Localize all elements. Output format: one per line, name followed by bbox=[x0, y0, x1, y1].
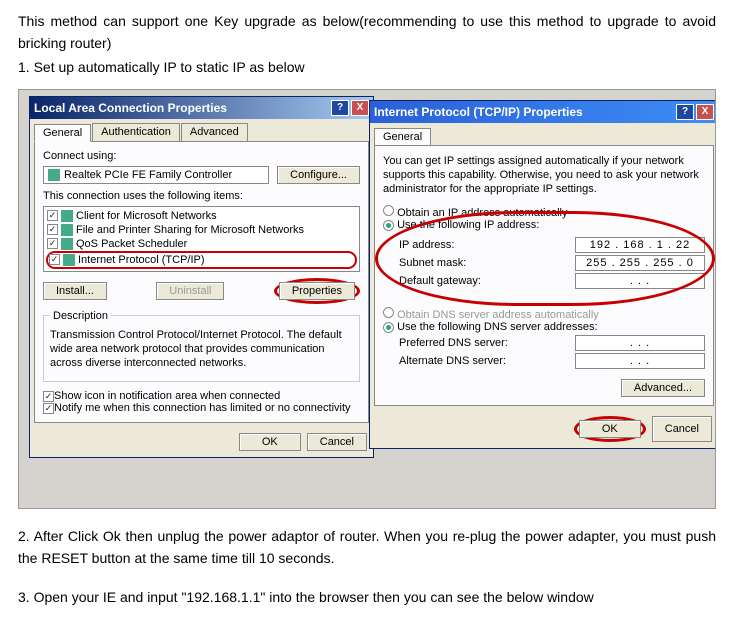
screenshot-area: Local Area Connection Properties ? X Gen… bbox=[18, 89, 716, 509]
titlebar-title: Local Area Connection Properties bbox=[34, 101, 227, 115]
general-panel-left: Connect using: Realtek PCIe FE Family Co… bbox=[34, 141, 369, 423]
items-listbox[interactable]: ✓Client for Microsoft Networks ✓File and… bbox=[43, 206, 360, 272]
uninstall-button: Uninstall bbox=[156, 282, 224, 300]
component-icon bbox=[61, 238, 73, 250]
nic-icon bbox=[48, 169, 60, 181]
ip-address-row: IP address: 192 . 168 . 1 . 22 bbox=[399, 237, 705, 253]
description-legend: Description bbox=[50, 310, 111, 322]
tabstrip-right: General bbox=[370, 123, 716, 145]
list-item: ✓Client for Microsoft Networks bbox=[46, 209, 357, 223]
ip-label: IP address: bbox=[399, 239, 454, 251]
alt-dns-input[interactable]: . . . bbox=[575, 353, 705, 369]
radio-icon[interactable] bbox=[383, 220, 394, 231]
uses-items-label: This connection uses the following items… bbox=[43, 190, 360, 202]
description-text: Transmission Control Protocol/Internet P… bbox=[50, 328, 353, 371]
dialog-buttons-right: OK Cancel bbox=[370, 410, 716, 448]
checkbox-icon[interactable]: ✓ bbox=[43, 391, 54, 402]
tcpip-intro: You can get IP settings assigned automat… bbox=[383, 154, 705, 197]
alt-dns-row: Alternate DNS server: . . . bbox=[399, 353, 705, 369]
advanced-button[interactable]: Advanced... bbox=[621, 379, 705, 397]
install-button[interactable]: Install... bbox=[43, 282, 107, 300]
component-icon bbox=[61, 224, 73, 236]
radio-icon[interactable] bbox=[383, 322, 394, 333]
ip-address-input[interactable]: 192 . 168 . 1 . 22 bbox=[575, 237, 705, 253]
step-3: 3. Open your IE and input "192.168.1.1" … bbox=[0, 582, 734, 620]
properties-button[interactable]: Properties bbox=[279, 282, 355, 300]
radio-auto-ip: Obtain an IP address automatically bbox=[383, 205, 705, 219]
alt-dns-label: Alternate DNS server: bbox=[399, 355, 506, 367]
notify-limited-checkbox: ✓Notify me when this connection has limi… bbox=[43, 402, 360, 414]
adapter-field: Realtek PCIe FE Family Controller bbox=[43, 166, 269, 184]
component-icon bbox=[61, 210, 73, 222]
configure-button[interactable]: Configure... bbox=[277, 166, 360, 184]
cancel-button[interactable]: Cancel bbox=[652, 416, 712, 442]
list-item: ✓File and Printer Sharing for Microsoft … bbox=[46, 223, 357, 237]
gateway-row: Default gateway: . . . bbox=[399, 273, 705, 289]
help-icon[interactable]: ? bbox=[676, 104, 694, 120]
checkbox-icon[interactable]: ✓ bbox=[43, 403, 54, 414]
cancel-button[interactable]: Cancel bbox=[307, 433, 367, 451]
list-item-tcpip: ✓Internet Protocol (TCP/IP) bbox=[46, 251, 357, 269]
subnet-label: Subnet mask: bbox=[399, 257, 466, 269]
adapter-name: Realtek PCIe FE Family Controller bbox=[64, 169, 232, 181]
description-group: Description Transmission Control Protoco… bbox=[43, 310, 360, 382]
help-icon[interactable]: ? bbox=[331, 100, 349, 116]
step-2: 2. After Click Ok then unplug the power … bbox=[0, 521, 734, 582]
tcpip-properties-dialog: Internet Protocol (TCP/IP) Properties ? … bbox=[369, 100, 716, 449]
ok-button[interactable]: OK bbox=[579, 420, 641, 438]
dialog-buttons-left: OK Cancel bbox=[30, 427, 373, 457]
tab-general[interactable]: General bbox=[34, 124, 91, 142]
radio-icon bbox=[383, 307, 394, 318]
pref-dns-input[interactable]: . . . bbox=[575, 335, 705, 351]
titlebar-left[interactable]: Local Area Connection Properties ? X bbox=[30, 97, 373, 119]
show-icon-checkbox: ✓Show icon in notification area when con… bbox=[43, 390, 360, 402]
intro-paragraph: This method can support one Key upgrade … bbox=[0, 0, 734, 59]
subnet-input[interactable]: 255 . 255 . 255 . 0 bbox=[575, 255, 705, 271]
radio-use-dns: Use the following DNS server addresses: bbox=[383, 321, 705, 333]
list-item: ✓QoS Packet Scheduler bbox=[46, 237, 357, 251]
radio-auto-dns: Obtain DNS server address automatically bbox=[383, 307, 705, 321]
gateway-input[interactable]: . . . bbox=[575, 273, 705, 289]
tab-advanced[interactable]: Advanced bbox=[181, 123, 248, 141]
pref-dns-row: Preferred DNS server: . . . bbox=[399, 335, 705, 351]
gateway-label: Default gateway: bbox=[399, 275, 481, 287]
radio-use-ip: Use the following IP address: bbox=[383, 219, 705, 231]
ok-button[interactable]: OK bbox=[239, 433, 301, 451]
tabstrip-left: General Authentication Advanced bbox=[30, 119, 373, 141]
general-panel-right: You can get IP settings assigned automat… bbox=[374, 145, 714, 406]
connect-using-label: Connect using: bbox=[43, 150, 360, 162]
radio-icon[interactable] bbox=[383, 205, 394, 216]
tab-general[interactable]: General bbox=[374, 128, 431, 146]
component-icon bbox=[63, 254, 75, 266]
tab-authentication[interactable]: Authentication bbox=[92, 123, 180, 141]
checkbox-icon[interactable]: ✓ bbox=[47, 238, 58, 249]
pref-dns-label: Preferred DNS server: bbox=[399, 337, 508, 349]
checkbox-icon[interactable]: ✓ bbox=[47, 210, 58, 221]
titlebar-right[interactable]: Internet Protocol (TCP/IP) Properties ? … bbox=[370, 101, 716, 123]
close-icon[interactable]: X bbox=[351, 100, 369, 116]
checkbox-icon[interactable]: ✓ bbox=[49, 254, 60, 265]
checkbox-icon[interactable]: ✓ bbox=[47, 224, 58, 235]
titlebar-title: Internet Protocol (TCP/IP) Properties bbox=[374, 105, 583, 119]
local-area-connection-dialog: Local Area Connection Properties ? X Gen… bbox=[29, 96, 374, 458]
close-icon[interactable]: X bbox=[696, 104, 714, 120]
step-1: 1. Set up automatically IP to static IP … bbox=[0, 59, 734, 85]
subnet-row: Subnet mask: 255 . 255 . 255 . 0 bbox=[399, 255, 705, 271]
